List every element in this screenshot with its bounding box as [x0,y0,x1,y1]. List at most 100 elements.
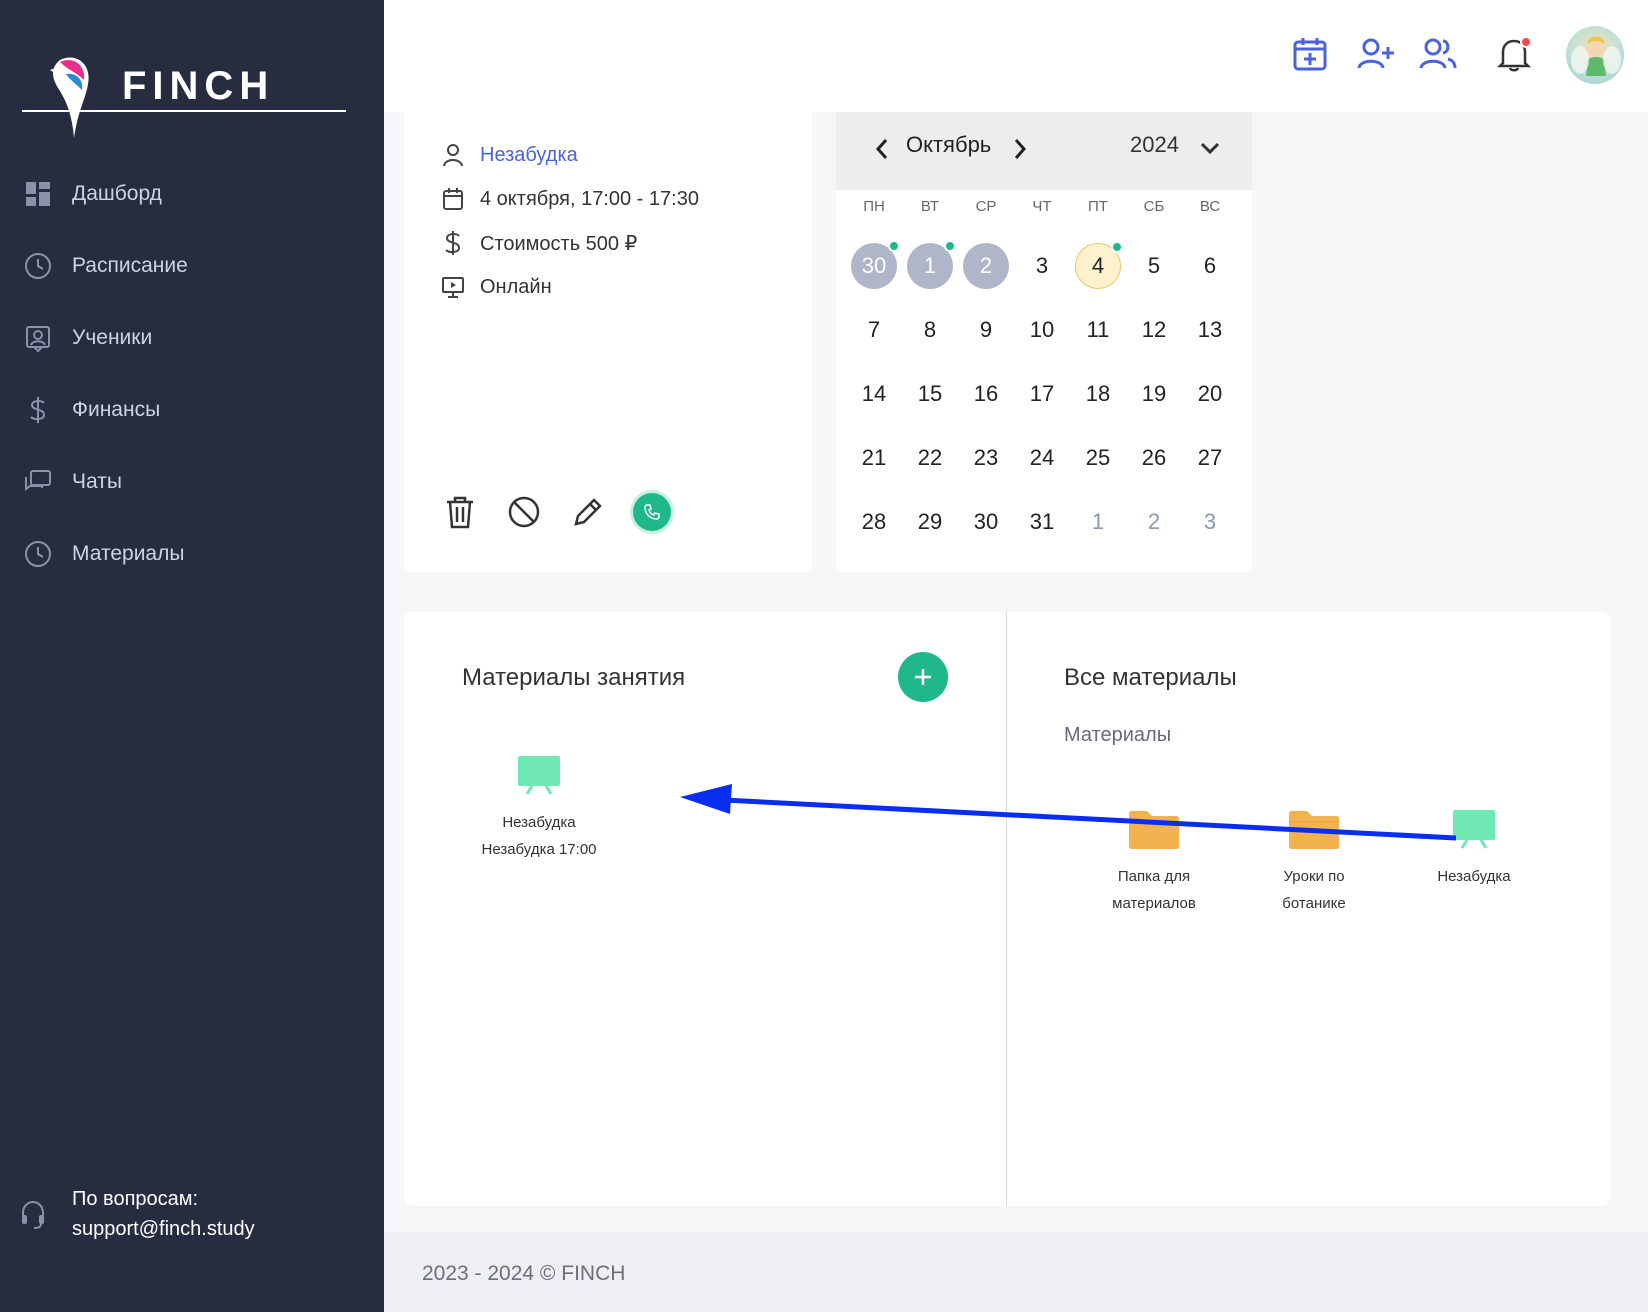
add-material-button[interactable] [898,652,948,702]
calendar-day[interactable]: 17 [1019,371,1065,417]
panel-divider [1006,612,1007,1206]
calendar-day[interactable]: 10 [1019,307,1065,353]
sidebar-item-materials[interactable]: Материалы [0,526,384,582]
all-materials-title: Все материалы [1064,664,1237,691]
calendar-day[interactable]: 3 [1019,243,1065,289]
lesson-materials-title: Материалы занятия [462,664,686,691]
calendar-day[interactable]: 28 [851,499,897,545]
student-link[interactable]: Незабудка [480,144,578,167]
sidebar-item-schedule[interactable]: Расписание [0,238,384,294]
calendar-day[interactable]: 4 [1075,241,1123,289]
clock-icon [24,252,52,280]
folder-name-line1: Папка для [1117,868,1191,885]
lesson-format: Онлайн [480,275,552,298]
calendar-day-number: 13 [1197,317,1223,342]
sidebar-item-finance[interactable]: Финансы [0,382,384,438]
chat-icon [24,468,52,496]
sidebar-item-label: Ученики [72,326,153,349]
sidebar-item-label: Чаты [72,470,122,493]
calendar-day-number: 12 [1141,317,1167,342]
trash-icon [447,496,473,529]
lesson-price: Стоимость 500 ₽ [480,232,638,255]
materials-breadcrumb[interactable]: Материалы [1064,724,1171,747]
weekday-label: СБ [1143,198,1165,215]
clock-icon [24,540,52,568]
calendar-day[interactable]: 1 [907,240,956,289]
calendar-day-number: 15 [917,381,943,406]
calendar-day[interactable]: 19 [1131,371,1177,417]
calendar-day-number: 29 [917,509,943,534]
calendar-day[interactable]: 1 [1075,499,1121,545]
calendar-day[interactable]: 7 [851,307,897,353]
calendar-day[interactable]: 16 [963,371,1009,417]
calendar-day-number: 9 [979,317,993,342]
material-name: Незабудка [502,814,576,831]
folder-item[interactable]: Уроки по ботанике [1244,808,1384,917]
calendar-day[interactable]: 30 [963,499,1009,545]
delete-button[interactable] [440,492,480,532]
lesson-actions [440,492,696,532]
calendar-day[interactable]: 13 [1187,307,1233,353]
user-icon [440,142,466,168]
avatar[interactable] [1566,26,1624,84]
calendar-month: Октябрь [906,132,992,157]
calendar-day[interactable]: 20 [1187,371,1233,417]
edit-button[interactable] [568,492,608,532]
calendar-day[interactable]: 25 [1075,435,1121,481]
board-item[interactable]: Незабудка [1404,808,1544,890]
calendar-day[interactable]: 8 [907,307,953,353]
finch-bird-icon [50,57,89,138]
lesson-indicator-dot [888,240,900,252]
calendar-day[interactable]: 22 [907,435,953,481]
calendar-day[interactable]: 21 [851,435,897,481]
calendar-day[interactable]: 14 [851,371,897,417]
folder-item[interactable]: Папка для материалов [1084,808,1224,917]
calendar-year[interactable]: 2024 [1130,132,1179,158]
top-bar [384,0,1648,112]
cancel-lesson-button[interactable] [504,492,544,532]
next-month-icon[interactable] [1010,136,1030,167]
calendar-day[interactable]: 23 [963,435,1009,481]
sidebar: FINCH Дашборд Расписание Ученики Финансы [0,0,384,1312]
lesson-datetime: 4 октября, 17:00 - 17:30 [480,187,699,210]
phone-icon [633,493,671,531]
calendar-add-icon[interactable] [1290,34,1330,74]
calendar-day[interactable]: 31 [1019,499,1065,545]
sidebar-item-students[interactable]: Ученики [0,310,384,366]
calendar-day[interactable]: 15 [907,371,953,417]
calendar-day[interactable]: 24 [1019,435,1065,481]
lesson-material-item[interactable]: Незабудка Незабудка 17:00 [444,754,634,863]
calendar-day-number: 30 [861,253,887,278]
calendar-day[interactable]: 27 [1187,435,1233,481]
sidebar-item-chats[interactable]: Чаты [0,454,384,510]
footer: 2023 - 2024 © FINCH [384,1232,1648,1312]
calendar-day-number: 28 [861,509,887,534]
calendar-day[interactable]: 2 [1131,499,1177,545]
calendar-day[interactable]: 30 [851,240,900,289]
materials-panel: Материалы занятия Незабудка Незабудка 17… [404,612,1610,1206]
logo[interactable]: FINCH [22,52,346,144]
calendar-day[interactable]: 18 [1075,371,1121,417]
pencil-icon [574,498,602,526]
calendar-day-number: 18 [1085,381,1111,406]
calendar-day[interactable]: 5 [1131,243,1177,289]
calendar-day[interactable]: 11 [1075,307,1121,353]
calendar-day[interactable]: 6 [1187,243,1233,289]
support-email[interactable]: support@finch.study [72,1218,255,1241]
calendar-day-number: 27 [1197,445,1223,470]
prev-month-icon[interactable] [872,136,892,167]
bell-icon[interactable] [1494,34,1534,74]
users-icon[interactable] [1418,34,1458,74]
calendar-day[interactable]: 26 [1131,435,1177,481]
chevron-down-icon[interactable] [1198,136,1222,165]
calendar-day[interactable]: 3 [1187,499,1233,545]
calendar-day[interactable]: 12 [1131,307,1177,353]
call-button[interactable] [632,492,672,532]
calendar-day-number: 5 [1147,253,1161,278]
calendar-day[interactable]: 29 [907,499,953,545]
sidebar-item-dashboard[interactable]: Дашборд [0,166,384,222]
calendar-day[interactable]: 9 [963,307,1009,353]
calendar-day[interactable]: 2 [963,243,1009,289]
user-add-icon[interactable] [1356,34,1396,74]
folder-icon [1129,811,1179,849]
